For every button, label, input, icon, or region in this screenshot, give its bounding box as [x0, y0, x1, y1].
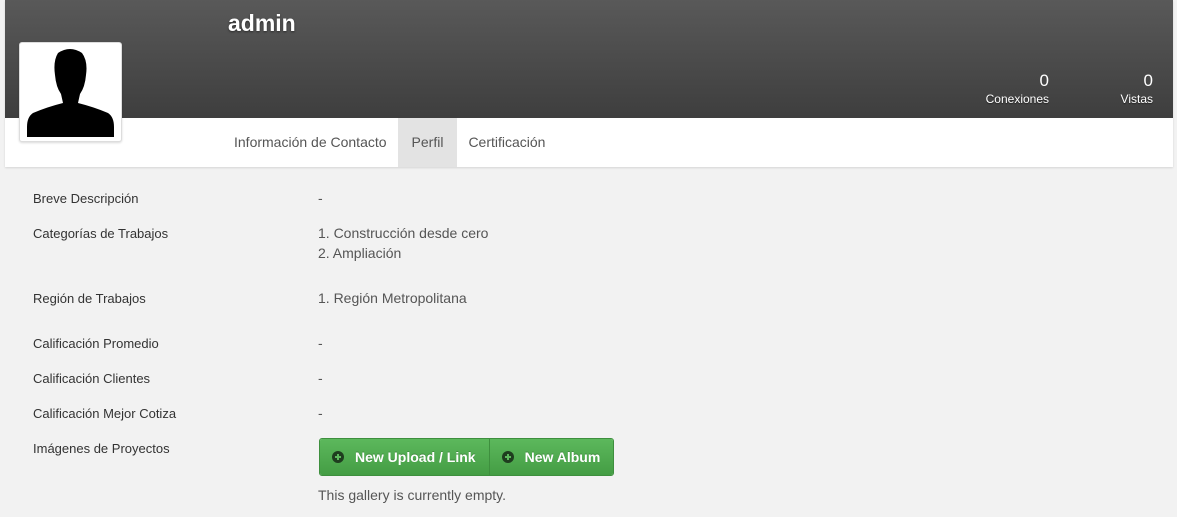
gallery-button-group: New Upload / Link New Album: [319, 438, 615, 476]
gallery-empty-message: This gallery is currently empty.: [318, 487, 507, 503]
new-album-label: New Album: [524, 449, 601, 465]
categoria-item: 2. Ampliación: [318, 245, 402, 261]
categorias-label: Categorías de Trabajos: [33, 226, 169, 241]
plus-circle-icon: [501, 451, 514, 463]
calificacion-promedio-value: -: [318, 335, 323, 351]
calificacion-promedio-label: Calificación Promedio: [33, 336, 159, 351]
region-label: Región de Trabajos: [33, 291, 146, 306]
calificacion-clientes-value: -: [318, 370, 323, 386]
categoria-item: 1. Construcción desde cero: [318, 225, 489, 241]
region-item: 1. Región Metropolitana: [318, 290, 467, 306]
imagenes-proyectos-label: Imágenes de Proyectos: [33, 441, 170, 456]
breve-descripcion-label: Breve Descripción: [33, 191, 139, 206]
new-upload-link-button[interactable]: New Upload / Link: [320, 439, 489, 475]
calificacion-clientes-label: Calificación Clientes: [33, 371, 151, 386]
new-album-button[interactable]: New Album: [488, 439, 614, 475]
calificacion-mejor-cotiza-value: -: [318, 405, 323, 421]
calificacion-mejor-cotiza-label: Calificación Mejor Cotiza: [33, 406, 177, 421]
profile-details: Breve Descripción - Categorías de Trabaj…: [0, 0, 1177, 517]
breve-descripcion-value: -: [318, 190, 323, 206]
plus-circle-icon: [332, 451, 344, 463]
new-upload-link-label: New Upload / Link: [355, 449, 476, 465]
